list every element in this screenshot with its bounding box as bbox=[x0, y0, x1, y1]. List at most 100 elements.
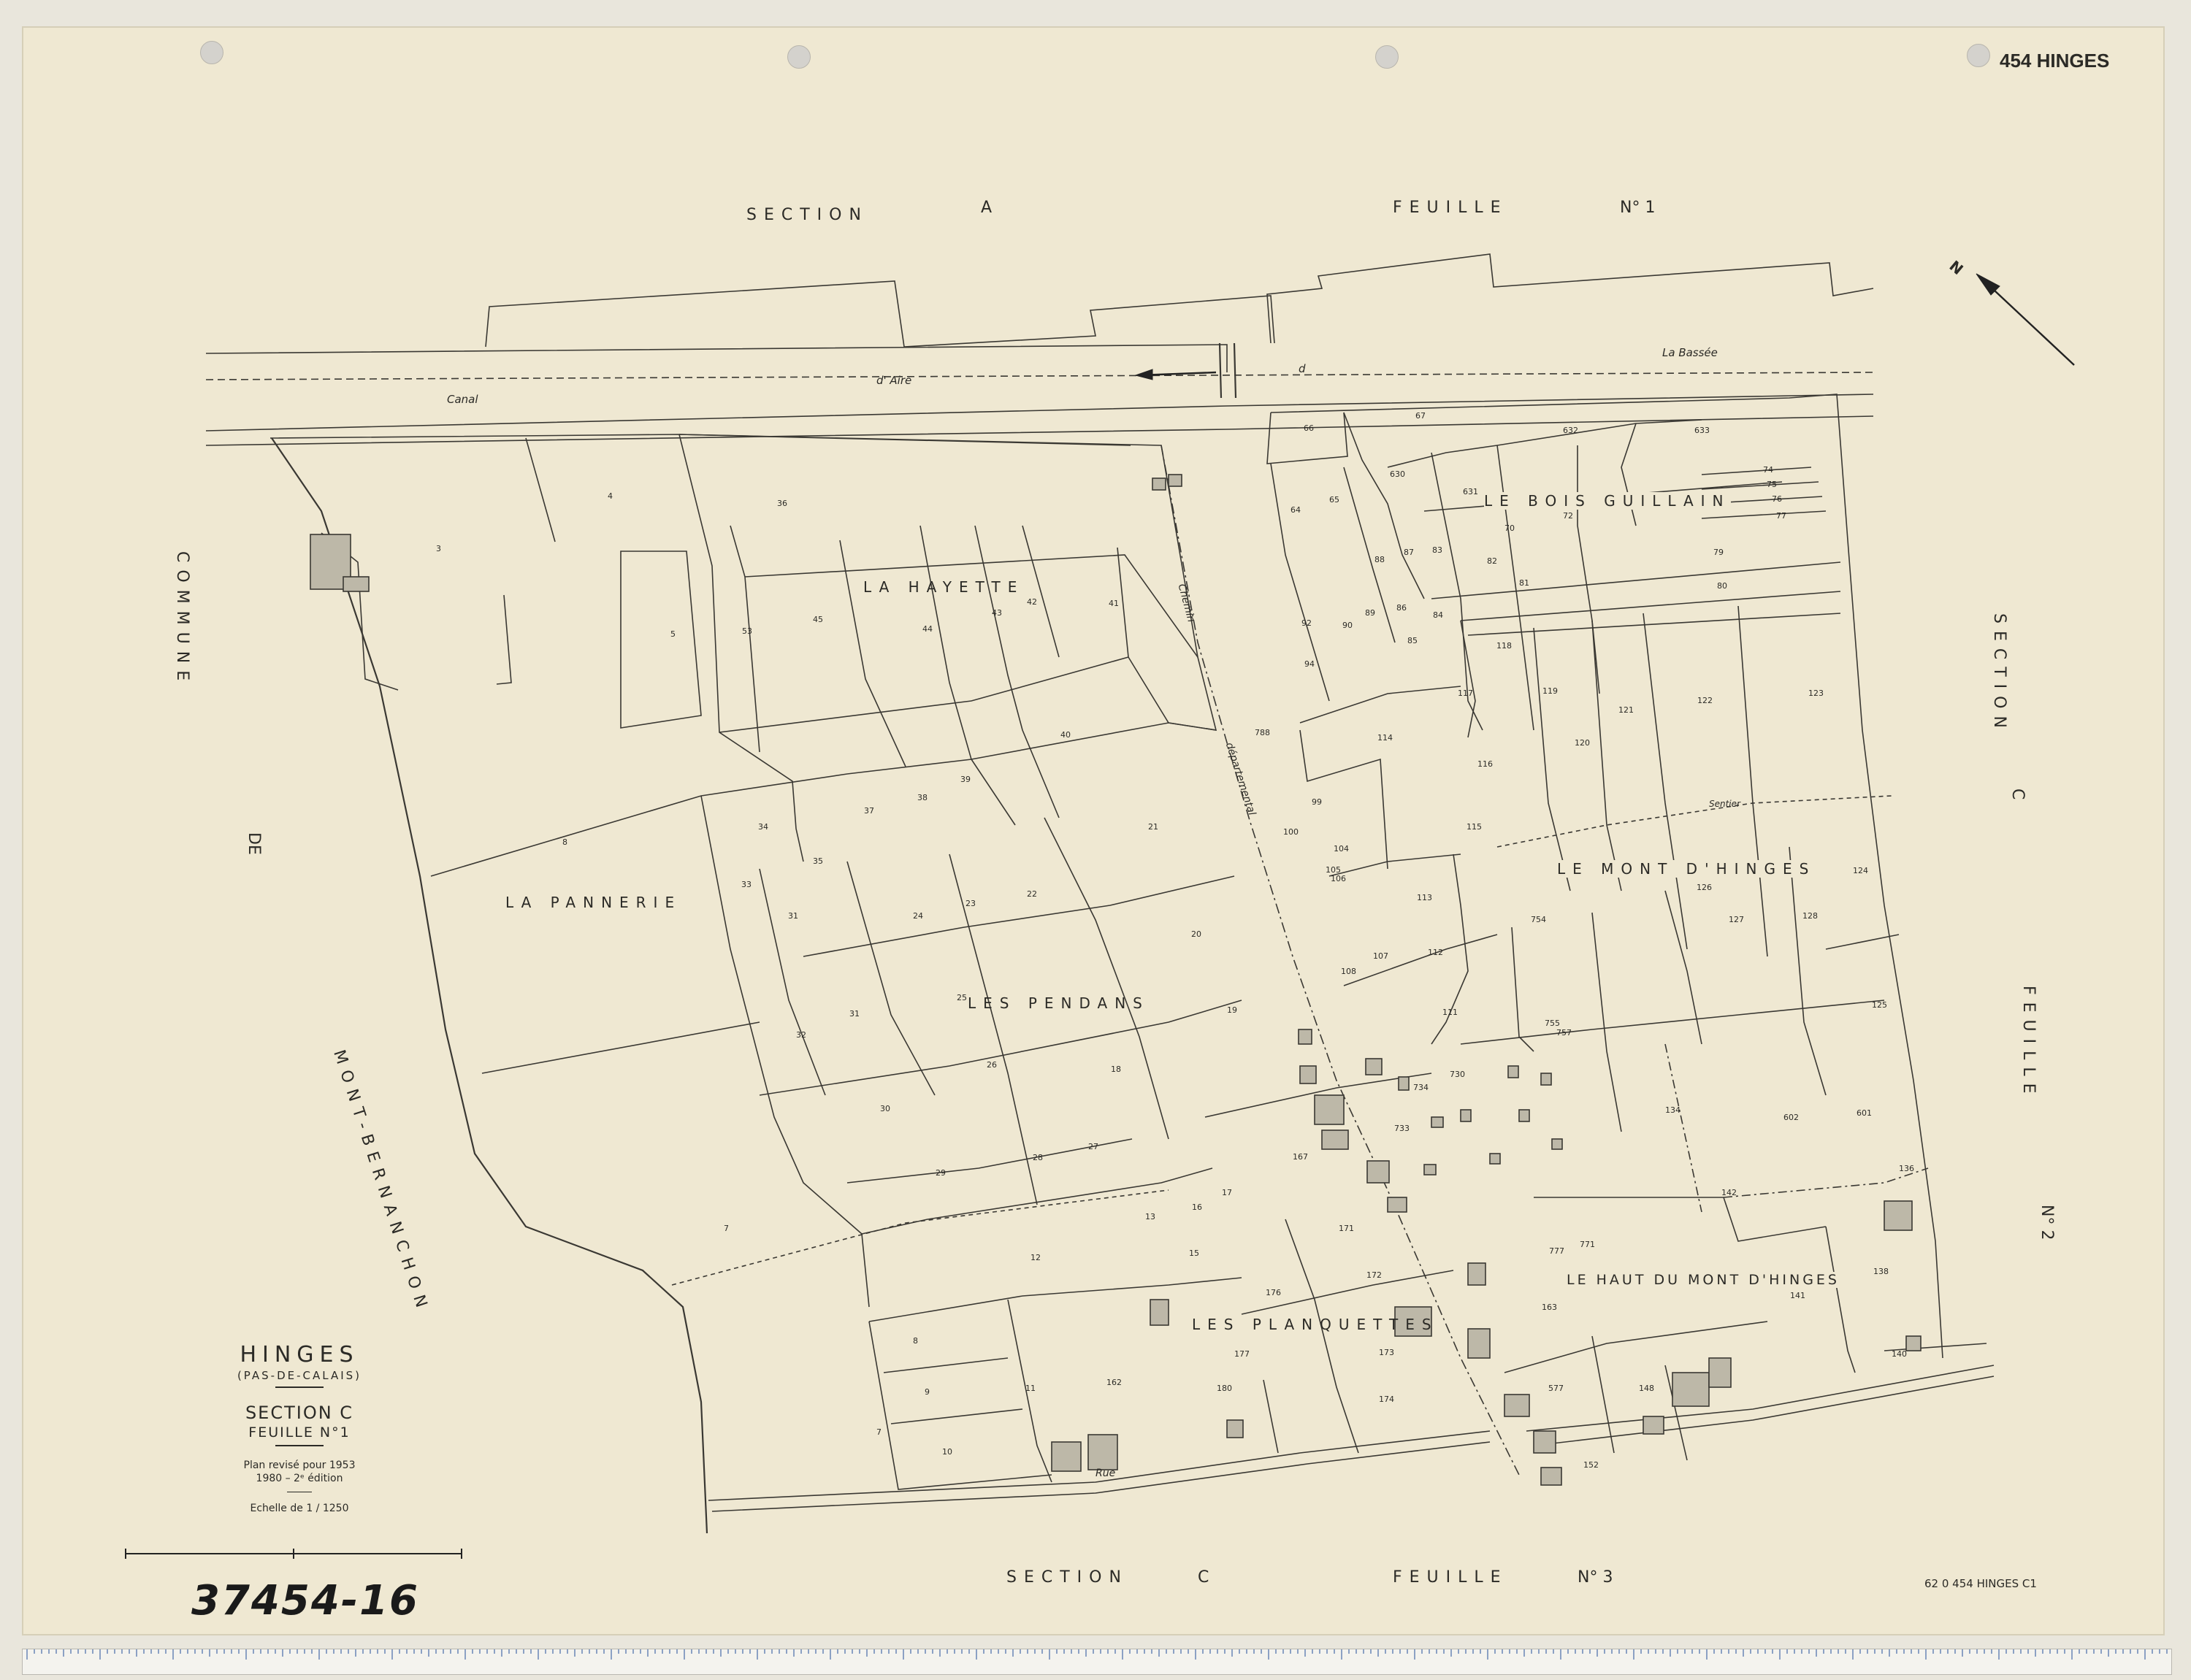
building bbox=[1540, 1073, 1552, 1086]
parcel-number: 167 bbox=[1293, 1152, 1308, 1162]
parcel-numbers: 345365345444342 414039383734353331 2423222… bbox=[436, 411, 1914, 1470]
sentier bbox=[671, 1189, 1169, 1286]
parcel-number: 115 bbox=[1467, 822, 1482, 832]
building bbox=[1551, 1138, 1563, 1150]
parcel-number: 66 bbox=[1304, 423, 1314, 433]
building bbox=[1431, 1116, 1444, 1128]
parcel-number: 67 bbox=[1415, 411, 1426, 421]
parcel-number: 80 bbox=[1717, 581, 1727, 591]
parcel-number: 9 bbox=[925, 1387, 930, 1397]
parcel-number: 106 bbox=[1331, 874, 1346, 883]
parcel-number: 138 bbox=[1873, 1267, 1889, 1276]
parcel-number: 8 bbox=[913, 1336, 918, 1346]
building bbox=[1460, 1109, 1472, 1122]
right-feuille-label: FEUILLE bbox=[2019, 986, 2038, 1101]
parcel-number: 142 bbox=[1721, 1188, 1737, 1197]
parcel-number: 99 bbox=[1312, 797, 1322, 807]
parcel-number: 104 bbox=[1334, 844, 1349, 854]
parcel-number: 788 bbox=[1255, 728, 1270, 737]
north-arrow-line bbox=[1982, 279, 2075, 366]
parcel-number: 631 bbox=[1463, 487, 1478, 496]
parcel-number: 75 bbox=[1767, 480, 1777, 489]
locality-pannerie: LA PANNERIE bbox=[505, 894, 682, 911]
parcel-number: 41 bbox=[1109, 599, 1119, 608]
building bbox=[1423, 1164, 1437, 1175]
parcel-number: 65 bbox=[1329, 495, 1339, 505]
parcel-number: 116 bbox=[1477, 759, 1493, 769]
parcel-number: 123 bbox=[1808, 689, 1824, 698]
parcel-number: 77 bbox=[1776, 511, 1786, 521]
parcel-number: 119 bbox=[1542, 686, 1558, 696]
parcel-number: 162 bbox=[1106, 1378, 1122, 1387]
canal-bank-north bbox=[205, 344, 1228, 372]
building bbox=[1366, 1160, 1390, 1184]
parcel-number: 21 bbox=[1148, 822, 1158, 832]
canal-d-label: d bbox=[1299, 362, 1306, 375]
ruler-ticks bbox=[26, 1649, 2168, 1660]
parcel-number: 140 bbox=[1892, 1349, 1907, 1359]
parcel-number: 632 bbox=[1563, 426, 1578, 435]
parcel-number: 13 bbox=[1145, 1212, 1155, 1221]
parcel-number: 148 bbox=[1639, 1384, 1654, 1393]
canal-la-bassee-label: La Bassée bbox=[1662, 346, 1718, 359]
top-section-letter: A bbox=[981, 199, 993, 217]
building bbox=[1643, 1416, 1664, 1435]
parcel-number: 17 bbox=[1222, 1188, 1232, 1197]
parcel-number: 88 bbox=[1374, 555, 1385, 564]
parcel-number: 33 bbox=[741, 880, 752, 889]
building bbox=[1467, 1262, 1486, 1286]
parcel-number: 64 bbox=[1290, 505, 1301, 515]
parcel-number: 76 bbox=[1772, 494, 1782, 504]
canal-d-aire-label: d' Aire bbox=[876, 374, 912, 387]
parcel-number: 31 bbox=[849, 1009, 860, 1019]
parcel-number: 81 bbox=[1519, 578, 1529, 588]
parcel-number: 118 bbox=[1496, 641, 1512, 651]
rue-label: Rue bbox=[1096, 1468, 1116, 1479]
parcel-number: 86 bbox=[1396, 603, 1407, 613]
building bbox=[1314, 1094, 1345, 1125]
parcel-number: 92 bbox=[1301, 618, 1312, 628]
parcel-number: 18 bbox=[1111, 1065, 1121, 1074]
building bbox=[1087, 1434, 1118, 1470]
parcel-number: 124 bbox=[1853, 866, 1868, 875]
building bbox=[1150, 1299, 1169, 1326]
parcel-number: 7 bbox=[724, 1224, 729, 1233]
parcel-number: 82 bbox=[1487, 556, 1497, 566]
parcel-number: 53 bbox=[742, 626, 752, 636]
parcel-number: 152 bbox=[1583, 1460, 1599, 1470]
parcel-number: 79 bbox=[1713, 548, 1724, 557]
parcel-number: 111 bbox=[1442, 1008, 1458, 1017]
rue-frasee bbox=[1526, 1365, 1995, 1432]
parcel-number: 7 bbox=[876, 1427, 882, 1437]
parcel-number: 173 bbox=[1379, 1348, 1394, 1357]
building bbox=[1884, 1200, 1913, 1231]
top-feuille-label: FEUILLE bbox=[1393, 199, 1508, 217]
parcel-number: 28 bbox=[1033, 1153, 1043, 1162]
parcel-number: 172 bbox=[1366, 1270, 1382, 1280]
parcel-number: 112 bbox=[1428, 948, 1443, 957]
top-section-label: SECTION bbox=[746, 206, 868, 224]
parcel-number: 42 bbox=[1027, 597, 1037, 607]
building bbox=[1507, 1065, 1519, 1078]
cartouche-plan-revise: Plan revisé pour 1953 bbox=[243, 1460, 356, 1471]
handwritten-reference: 37454-16 bbox=[191, 1577, 419, 1625]
locality-bois-guillain: LE BOIS GUILLAIN bbox=[1484, 492, 1731, 510]
parcel-number: 633 bbox=[1694, 426, 1710, 435]
parcel-number: 601 bbox=[1857, 1108, 1872, 1118]
parcel-number: 31 bbox=[788, 911, 798, 921]
building bbox=[1540, 1467, 1562, 1486]
locality-haut-mont: LE HAUT DU MONT D'HINGES bbox=[1567, 1272, 1840, 1288]
building bbox=[1905, 1335, 1922, 1351]
parcel-number: 777 bbox=[1549, 1246, 1564, 1256]
parcel-number: 771 bbox=[1580, 1240, 1595, 1249]
building bbox=[1168, 474, 1182, 487]
locality-pendans: LES PENDANS bbox=[968, 994, 1150, 1012]
parcel-number: 40 bbox=[1060, 730, 1071, 740]
building bbox=[1533, 1430, 1556, 1454]
parcel-number: 12 bbox=[1031, 1253, 1041, 1262]
building bbox=[1365, 1058, 1383, 1075]
sheet-reference: 454 HINGES bbox=[2000, 50, 2110, 72]
cartouche-edition: 1980 – 2ᵉ édition bbox=[256, 1473, 343, 1484]
cartouche-town: HINGES bbox=[240, 1342, 359, 1368]
parcel-number: 4 bbox=[608, 491, 613, 501]
